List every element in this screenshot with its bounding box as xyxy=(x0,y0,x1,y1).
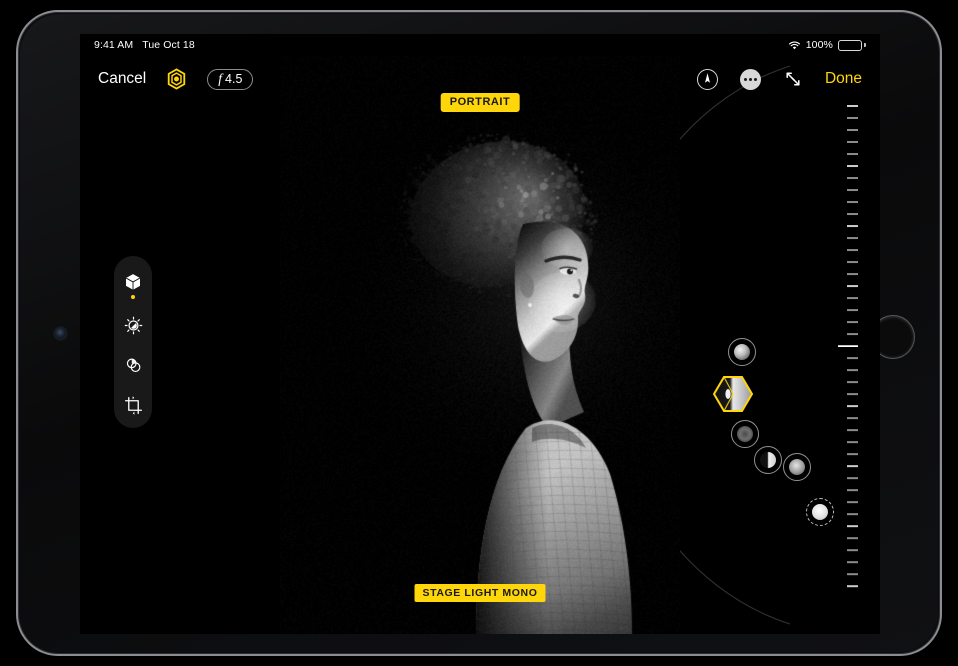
expand-arrows-icon[interactable] xyxy=(783,69,803,89)
ipad-device: 9:41 AM Tue Oct 18 100% Cancel f 4.5 Don… xyxy=(16,10,942,656)
hexagon-portrait-icon[interactable] xyxy=(166,68,187,90)
aperture-value: 4.5 xyxy=(225,72,242,86)
toolbar-right-group: Done xyxy=(697,69,862,90)
status-bar: 9:41 AM Tue Oct 18 100% xyxy=(80,34,880,56)
option-orb xyxy=(734,344,750,360)
battery-percent-label: 100% xyxy=(806,39,833,51)
aperture-f-symbol: f xyxy=(218,71,222,87)
active-indicator-dot xyxy=(131,295,135,299)
adjust-dial-icon xyxy=(123,315,144,336)
lighting-option-high-key-light-mono[interactable] xyxy=(806,498,834,526)
intensity-ruler[interactable] xyxy=(836,102,858,592)
crop-rotate-icon xyxy=(123,395,144,416)
status-bar-left: 9:41 AM Tue Oct 18 xyxy=(94,39,195,51)
aperture-fstop-button[interactable]: f 4.5 xyxy=(207,69,253,90)
selected-hexagon-frame xyxy=(710,373,756,415)
more-ellipsis-icon[interactable] xyxy=(740,69,761,90)
done-button[interactable]: Done xyxy=(825,70,862,88)
markup-pen-icon[interactable] xyxy=(697,69,718,90)
lighting-option-stage-light[interactable] xyxy=(754,446,782,474)
sidebar-item-portrait-depth[interactable] xyxy=(117,270,149,300)
filters-circles-icon xyxy=(123,355,144,376)
depth-cube-icon xyxy=(123,272,143,292)
portrait-mode-badge: PORTRAIT xyxy=(441,93,520,112)
status-bar-right: 100% xyxy=(788,39,866,51)
battery-icon xyxy=(838,40,866,51)
lighting-option-stage-light-mono[interactable] xyxy=(783,453,811,481)
lighting-effect-badge: STAGE LIGHT MONO xyxy=(415,584,546,603)
lighting-option-studio-light[interactable] xyxy=(710,373,756,415)
ipad-screen: 9:41 AM Tue Oct 18 100% Cancel f 4.5 Don… xyxy=(80,34,880,634)
option-orb xyxy=(760,452,776,468)
front-camera-lens-icon xyxy=(55,328,66,339)
option-orb xyxy=(812,504,828,520)
toolbar-left-group: Cancel f 4.5 xyxy=(98,68,253,90)
cancel-button[interactable]: Cancel xyxy=(98,70,146,88)
edit-tool-rail xyxy=(114,256,152,428)
lighting-option-natural-light[interactable] xyxy=(728,338,756,366)
sidebar-item-crop[interactable] xyxy=(117,390,149,420)
sidebar-item-adjust[interactable] xyxy=(117,310,149,340)
portrait-photo[interactable] xyxy=(280,56,680,634)
status-time: 9:41 AM xyxy=(94,39,133,51)
sidebar-item-filters[interactable] xyxy=(117,350,149,380)
photo-viewport[interactable] xyxy=(280,56,680,634)
status-date: Tue Oct 18 xyxy=(142,39,195,51)
lighting-option-contour-light[interactable] xyxy=(731,420,759,448)
lighting-effect-picker[interactable] xyxy=(680,56,880,634)
option-orb xyxy=(737,426,753,442)
wifi-icon xyxy=(788,40,801,51)
option-orb xyxy=(789,459,805,475)
